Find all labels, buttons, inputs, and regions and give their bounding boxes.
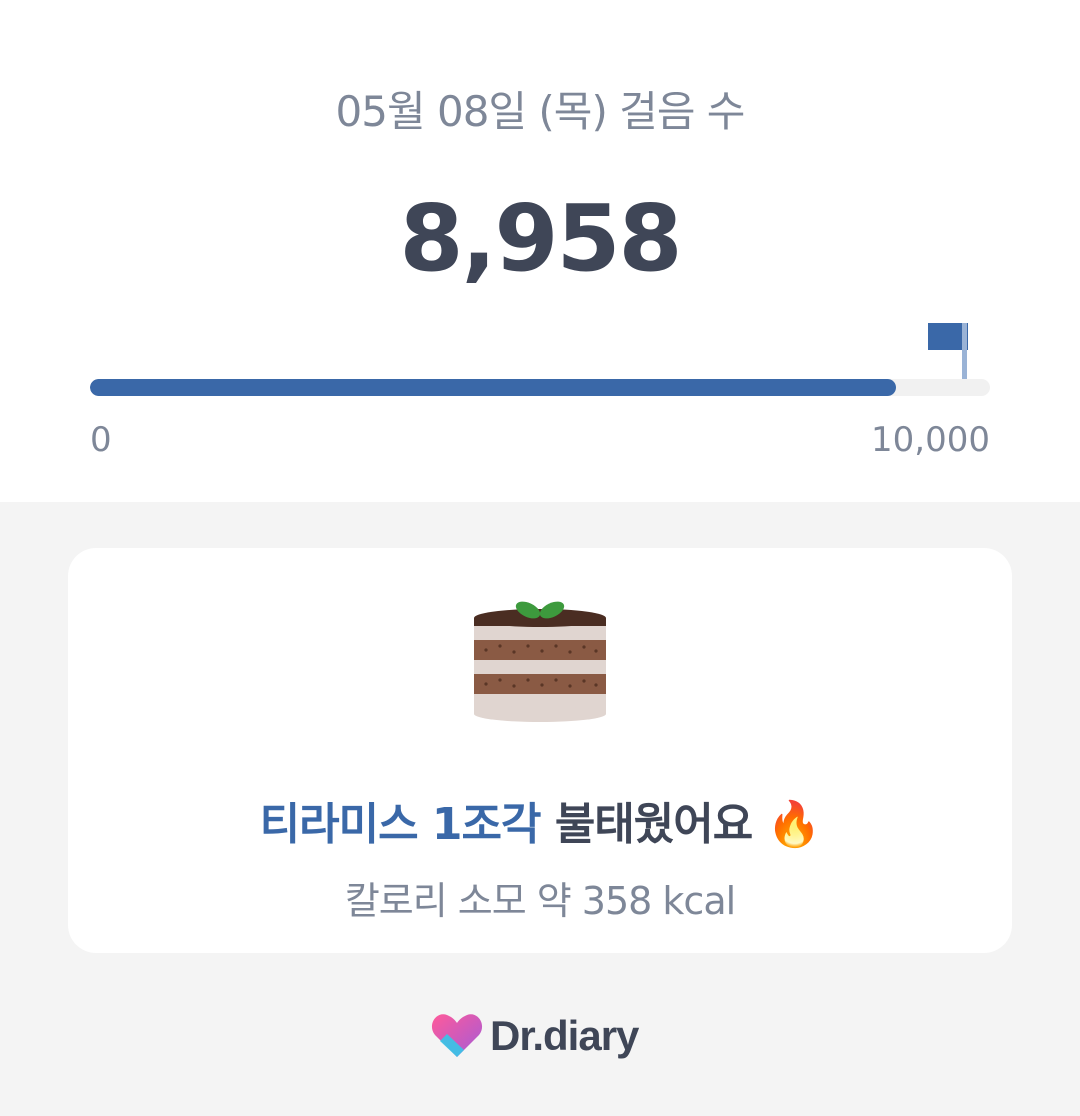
progress-track (90, 379, 990, 396)
tiramisu-cake-icon (474, 601, 606, 722)
steps-count: 8,958 (399, 185, 682, 292)
progress-fill (90, 379, 897, 396)
burn-message: 티라미스 1조각 불태웠어요 🔥 (68, 788, 1012, 852)
brand-name: Dr.diary (490, 1012, 639, 1059)
date-title: 05월 08일 (목) 걸음 수 (335, 87, 746, 136)
burn-action: 불태웠어요 (554, 799, 753, 850)
brand-footer: Dr.diary (430, 1008, 639, 1064)
progress-min-label: 0 (90, 420, 112, 460)
fire-icon: 🔥 (766, 799, 822, 850)
heart-logo-icon (431, 1014, 483, 1057)
progress-max-label: 10,000 (871, 420, 990, 460)
goal-flag-icon (928, 323, 968, 380)
steps-summary: 05월 08일 (목) 걸음 수 8,958 0 10,000 (0, 0, 1080, 502)
calorie-burn-card: 티라미스 1조각 불태웠어요 🔥 칼로리 소모 약 358 kcal (68, 548, 1012, 953)
burn-food: 티라미스 1조각 (259, 799, 542, 850)
calorie-text: 칼로리 소모 약 358 kcal (344, 879, 736, 923)
